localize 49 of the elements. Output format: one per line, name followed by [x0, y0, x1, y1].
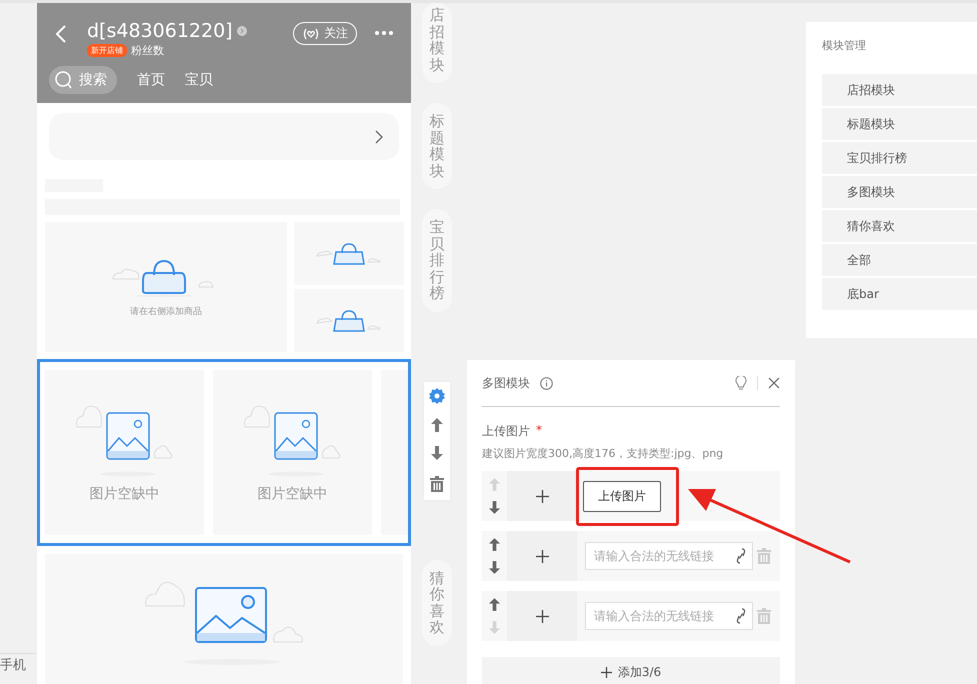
empty-image-text: 图片空缺中 [258, 485, 328, 504]
required-mark: * [536, 423, 542, 439]
module-list-item[interactable]: 宝贝排行榜 [822, 142, 977, 174]
arrow-down-icon[interactable] [489, 501, 500, 514]
close-icon[interactable] [768, 377, 780, 389]
add-image-button[interactable]: 添加3/6 [482, 657, 780, 684]
field-label: 上传图片 [482, 423, 530, 440]
empty-bag-drawing [316, 242, 382, 266]
plus-icon [600, 666, 612, 678]
plus-icon [536, 610, 548, 622]
arrow-up-icon[interactable] [489, 598, 500, 611]
add-image-slot[interactable] [507, 471, 577, 521]
link-input-field[interactable]: 请输入合法的无线链接 [585, 602, 753, 630]
module-list-item[interactable]: 底bar [822, 278, 977, 310]
arrow-up-icon[interactable] [431, 418, 443, 432]
trash-icon[interactable] [430, 476, 444, 492]
empty-goods-text: 请在右侧添加商品 [130, 306, 202, 318]
arrow-up-icon[interactable] [489, 538, 500, 551]
panel-title: 模块管理 [822, 38, 867, 53]
settings-icon[interactable] [429, 388, 445, 404]
search-icon [55, 71, 73, 89]
device-label: 手机 [0, 653, 36, 684]
module-list-item[interactable]: 多图模块 [822, 176, 977, 208]
panel-title: 多图模块 [482, 374, 530, 392]
module-list-item[interactable]: 店招模块 [822, 74, 977, 106]
back-icon[interactable] [55, 24, 67, 44]
module-list-item[interactable]: 猜你喜欢 [822, 210, 977, 242]
info-icon[interactable] [540, 376, 553, 390]
new-shop-badge: 新开店铺 [87, 44, 127, 57]
plus-icon [536, 550, 548, 562]
shop-name: d[s483061220] [87, 19, 233, 44]
module-list-item[interactable]: 全部 [822, 244, 977, 276]
chevron-right-icon [375, 130, 383, 144]
upload-image-button[interactable]: 上传图片 [583, 480, 661, 512]
empty-bag-drawing [316, 308, 382, 333]
lightbulb-icon[interactable] [735, 376, 747, 390]
more-icon[interactable] [375, 31, 393, 35]
plus-icon [536, 490, 548, 502]
arrow-circle-icon [236, 26, 247, 36]
link-input-field[interactable]: 请输入合法的无线链接 [585, 542, 753, 570]
heart-signal-icon [302, 26, 320, 40]
arrow-down-icon[interactable] [489, 561, 500, 574]
empty-image-text: 图片空缺中 [90, 485, 160, 504]
hint-text: 建议图片宽度300,高度176，支持类型:jpg、png [482, 446, 724, 461]
arrow-down-icon[interactable] [431, 446, 443, 460]
link-icon[interactable] [736, 548, 746, 564]
module-list-item[interactable]: 标题模块 [822, 108, 977, 140]
link-icon[interactable] [736, 608, 746, 624]
fans-label: 粉丝数 [131, 43, 164, 58]
